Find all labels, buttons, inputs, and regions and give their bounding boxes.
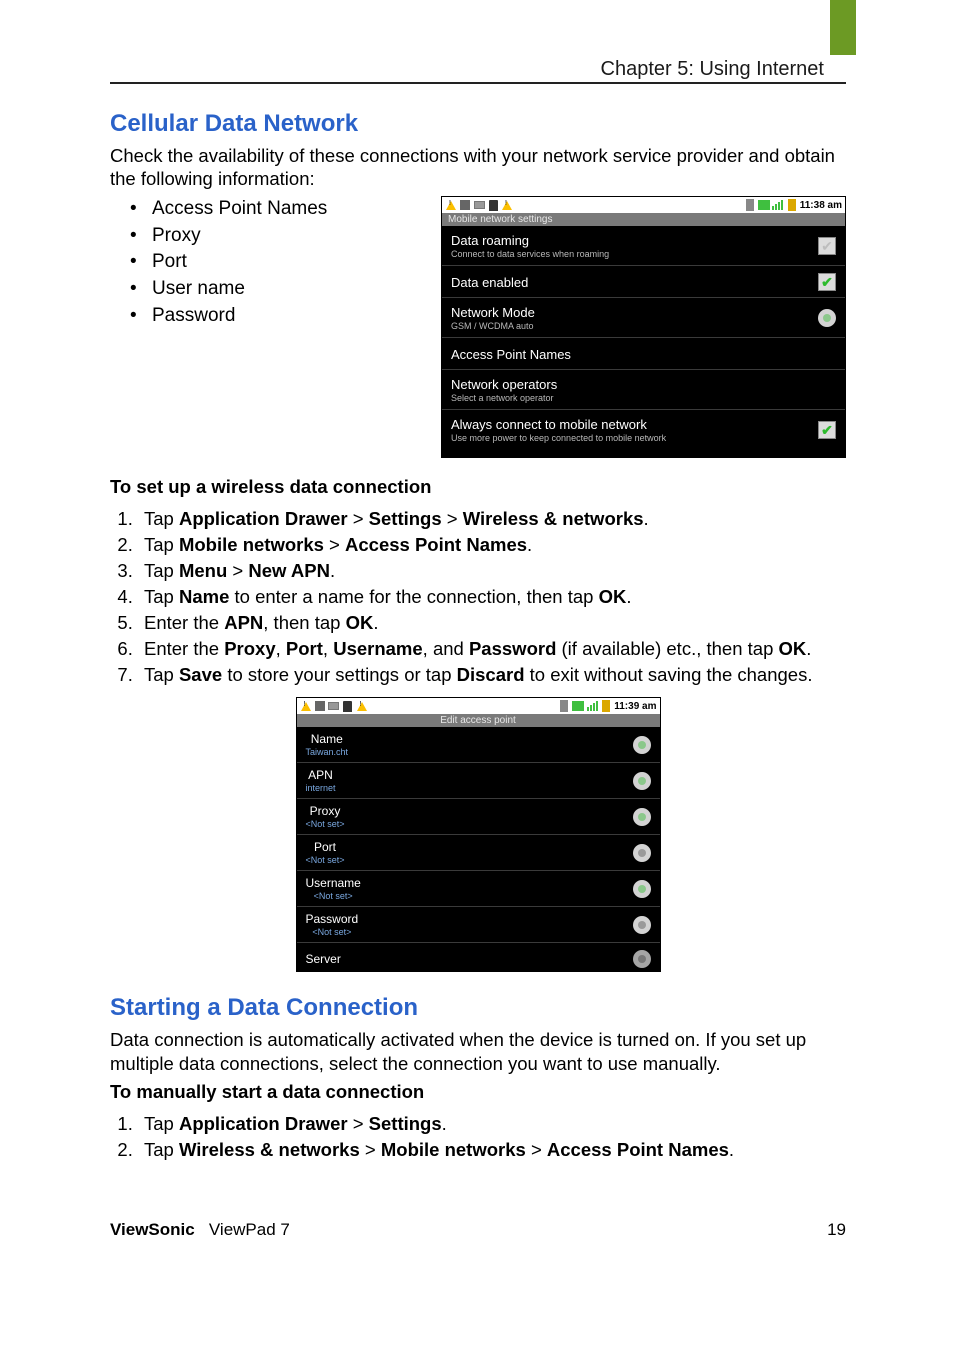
side-accent-tab [830,0,856,55]
step-item: Enter the APN, then tap OK. [138,610,846,636]
row-sub: Use more power to keep connected to mobi… [451,433,666,443]
row-server[interactable]: Server [297,943,660,971]
battery-icon [600,700,612,712]
section2-intro: Data connection is automatically activat… [110,1028,846,1074]
bluetooth-icon [558,700,570,712]
row-port[interactable]: Port<Not set> [297,835,660,871]
warning-icon [300,700,312,712]
more-icon[interactable] [633,950,651,968]
row-password[interactable]: Password<Not set> [297,907,660,943]
step-item: Tap Save to store your settings or tap D… [138,662,846,688]
warning2-icon [356,700,368,712]
row-access-point-names[interactable]: Access Point Names [442,338,845,370]
bullet-item: Password [130,303,846,330]
setup-heading: To set up a wireless data connection [110,476,846,498]
section-title-starting: Starting a Data Connection [110,994,846,1022]
bullet-item: User name [130,276,846,303]
bullet-item: Proxy [130,223,846,250]
page-number: 19 [827,1220,846,1240]
more-icon[interactable] [633,880,651,898]
info-bullet-list: Access Point Names Proxy Port User name … [130,196,846,329]
more-icon[interactable] [633,844,651,862]
row-proxy[interactable]: Proxy<Not set> [297,799,660,835]
step-item: Tap Menu > New APN. [138,558,846,584]
sd-icon [342,700,354,712]
more-icon[interactable] [633,772,651,790]
row-title: Network operators [451,377,557,392]
step-item: Tap Application Drawer > Settings. [138,1111,846,1137]
more-icon[interactable] [633,916,651,934]
step-item: Tap Name to enter a name for the connect… [138,584,846,610]
section1-intro: Check the availability of these connecti… [110,144,846,190]
row-always-connect[interactable]: Always connect to mobile network Use mor… [442,410,845,457]
chapter-heading: Chapter 5: Using Internet [601,58,824,81]
manual-start-steps: Tap Application Drawer > Settings. Tap W… [110,1111,846,1163]
row-name[interactable]: NameTaiwan.cht [297,727,660,763]
page-footer: ViewSonic ViewPad 7 19 [110,1220,846,1240]
row-apn[interactable]: APNinternet [297,763,660,799]
mail-icon [328,700,340,712]
status-bar: 11:39 am [297,698,660,714]
step-item: Tap Application Drawer > Settings > Wire… [138,506,846,532]
more-icon[interactable] [633,808,651,826]
screenshot-edit-access-point: 11:39 am Edit access point NameTaiwan.ch… [296,697,661,972]
screen-subheader: Edit access point [297,714,660,727]
row-username[interactable]: Username<Not set> [297,871,660,907]
checkbox-icon[interactable] [818,421,836,439]
row-network-operators[interactable]: Network operators Select a network opera… [442,370,845,410]
step-item: Tap Wireless & networks > Mobile network… [138,1137,846,1163]
footer-brand: ViewSonic ViewPad 7 [110,1220,290,1240]
step-item: Enter the Proxy, Port, Username, and Pas… [138,636,846,662]
setup-steps: Tap Application Drawer > Settings > Wire… [110,506,846,687]
bullet-item: Port [130,249,846,276]
row-title: Access Point Names [451,347,571,362]
bullet-item: Access Point Names [130,196,846,223]
status-clock: 11:39 am [614,701,656,712]
row-title: Always connect to mobile network [451,417,666,432]
more-icon[interactable] [633,736,651,754]
row-sub: Select a network operator [451,393,557,403]
chat-icon [314,700,326,712]
header-rule [110,82,846,84]
step-item: Tap Mobile networks > Access Point Names… [138,532,846,558]
signal-bars-icon [586,700,598,712]
manual-start-heading: To manually start a data connection [110,1081,846,1103]
signal-3g-icon [572,700,584,712]
section-title-cellular: Cellular Data Network [110,110,846,138]
